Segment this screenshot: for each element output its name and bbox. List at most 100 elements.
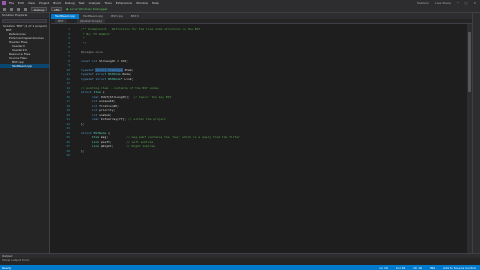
code-line[interactable]: /** Exampled:0 - Definition for the tree… — [81, 27, 200, 31]
code-area[interactable]: 1 2 3 4 5 6 7 8 9 10 11 12 13 14 15 16 17 18 19 20 21 22 23 24 2… — [51, 24, 472, 253]
menu-item-window[interactable]: Window — [136, 1, 148, 5]
menu-item-help[interactable]: Help — [152, 1, 159, 5]
line-number: 2 — [68, 31, 70, 36]
line-number: 20 — [66, 112, 70, 117]
code-token: InfoArray[77]; — [100, 117, 128, 121]
code-token: // within the project — [127, 117, 166, 121]
code-line[interactable]: int priority; — [81, 108, 116, 112]
scope-dropdown[interactable]: (Global Scope) — [76, 19, 105, 23]
status-ch[interactable]: Ch 16 — [413, 266, 422, 270]
code-token: Link — [81, 144, 101, 148]
code-line[interactable]: #pragma once — [81, 50, 103, 54]
status-ins[interactable]: INS — [430, 266, 435, 270]
source-control-button[interactable]: Add to Source Control — [443, 266, 476, 270]
code-line[interactable]: char PubT[StrLength]; // topic: the key … — [81, 94, 172, 99]
scrollbar-thumb[interactable] — [468, 32, 471, 92]
code-token: uniqueID; — [99, 99, 116, 103]
project-dropdown[interactable]: BST — [55, 19, 67, 23]
status-col[interactable]: Col 16 — [396, 266, 406, 270]
tree-item[interactable]: TextRead.cpp — [0, 64, 49, 68]
code-line[interactable]: struct BSTNode { — [81, 131, 110, 135]
editor: TextRead.cpp TextRead.cpp BST.cpp BST.h BST… — [51, 13, 472, 253]
minimize-icon[interactable]: ─ — [457, 1, 459, 5]
line-number: 1 — [68, 27, 70, 31]
code-line[interactable]: Link pRight; // Right subtree — [81, 144, 155, 148]
code-token: // Left subtree — [126, 139, 154, 144]
code-line[interactable]: int uniqueID; — [81, 99, 116, 103]
platform-select[interactable]: x86 — [50, 7, 63, 12]
code-line[interactable]: Link pLeft; // Left subtree — [81, 140, 153, 144]
line-number: 21 — [66, 117, 70, 121]
code-line[interactable]: struct Item { — [81, 90, 105, 94]
code-line[interactable]: const int StrLength = 100; — [81, 59, 128, 63]
line-number: 19 — [66, 108, 70, 112]
code-line[interactable]: // posting item - contents of the BST no… — [81, 86, 159, 90]
menu-item-extensions[interactable]: Extensions — [116, 1, 132, 5]
solution-explorer-search[interactable] — [2, 19, 47, 23]
code-token: /** Exampled:0 - Definition for the tree… — [81, 27, 201, 31]
live-share-button[interactable]: Live Share — [435, 1, 451, 5]
code-line[interactable]: int fcrationID; — [81, 104, 119, 108]
code-token: BSTNode — [108, 72, 121, 76]
code-line[interactable]: int snsbub; — [81, 113, 112, 117]
code-token: // msg.pubT contains the 'key' which is … — [126, 135, 240, 139]
code-token: Link — [81, 139, 101, 144]
back-icon[interactable] — [3, 7, 6, 11]
code-line[interactable]: * — [81, 36, 86, 40]
line-number: 3 — [68, 36, 70, 40]
menu-item-edit[interactable]: Edit — [18, 1, 24, 5]
line-number: 25 — [66, 135, 70, 139]
status-line[interactable]: Ln 10 — [379, 266, 387, 270]
code-token: int — [81, 99, 100, 103]
menu-item-test[interactable]: Test — [79, 1, 85, 5]
code-line[interactable]: * By: Mr.Rabbit — [81, 32, 110, 36]
line-number: 4 — [68, 40, 70, 45]
output-filter-label: Show output from: — [2, 258, 30, 262]
code-line[interactable]: char InfoArray[77]; // within the projec… — [81, 117, 166, 121]
menu-item-build[interactable]: Build — [53, 1, 61, 5]
code-line[interactable]: }; — [81, 122, 85, 126]
line-number: 28 — [66, 148, 70, 153]
forward-icon[interactable] — [10, 7, 13, 11]
code-token: Item — [81, 135, 101, 139]
maximize-icon[interactable]: □ — [465, 1, 468, 5]
line-number: 12 — [66, 76, 70, 81]
menu-item-analyze[interactable]: Analyze — [89, 1, 101, 5]
toolbar: Debug x86 ▶ Local Windows Debugger — [0, 6, 480, 13]
code-line[interactable]: typedef struct BSTNode* Link; — [81, 77, 133, 81]
code-token: Item; — [122, 67, 134, 72]
line-number: 5 — [68, 45, 70, 49]
code-token: BSTNode — [93, 130, 107, 135]
code-token: Node; — [120, 72, 132, 76]
configuration-select[interactable]: Debug — [31, 7, 47, 12]
menu-item-file[interactable]: File — [9, 1, 14, 5]
code-token: ; — [126, 58, 128, 63]
menu-item-project[interactable]: Project — [39, 1, 49, 5]
editor-tab[interactable]: BST.h — [126, 14, 144, 19]
code-line[interactable]: }; — [81, 149, 85, 153]
close-icon[interactable]: ✕ — [473, 1, 476, 5]
line-number: 29 — [66, 153, 70, 157]
code-line[interactable]: typedef struct BSTNode Node; — [81, 72, 132, 76]
code-token: pLeft; — [100, 139, 127, 144]
line-number: 6 — [68, 49, 70, 54]
code-line[interactable]: Item msg; // msg.pubT contains the 'key'… — [81, 135, 240, 139]
menu-item-debug[interactable]: Debug — [65, 1, 75, 5]
start-debugging-label: Local Windows Debugger — [69, 7, 108, 11]
menu-item-view[interactable]: View — [28, 1, 35, 5]
solution-tree: Solution 'BST' (1 of 1 project) BST Refere… — [0, 24, 49, 68]
save-icon[interactable] — [17, 7, 20, 11]
output-panel: Output Show output from: — [0, 253, 480, 265]
code-line[interactable]: */ — [81, 41, 87, 45]
menu-item-tools[interactable]: Tools — [104, 1, 111, 5]
undo-icon[interactable] — [24, 7, 27, 11]
code-line[interactable]: typedef struct ItemType Item; — [81, 67, 134, 72]
code-token: * Link; — [120, 76, 134, 81]
code-token: // topic: the key BST — [131, 94, 172, 99]
code-token: typedef struct — [81, 76, 109, 81]
start-debugging-button[interactable]: ▶ Local Windows Debugger — [66, 7, 107, 11]
line-number: 26 — [66, 139, 70, 144]
code-token: fcrationID; — [99, 103, 119, 108]
visual-studio-logo-icon — [2, 1, 6, 5]
editor-tab[interactable]: BST.cpp — [107, 14, 127, 19]
